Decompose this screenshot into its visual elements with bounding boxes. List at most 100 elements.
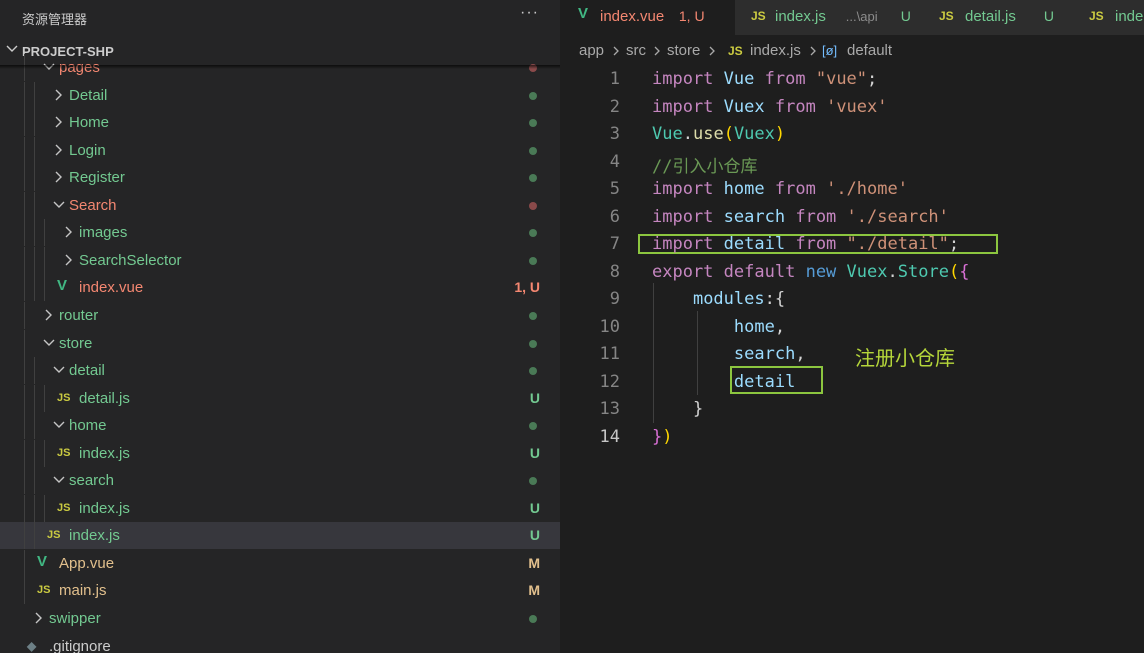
code-token: 'vuex' — [826, 97, 888, 117]
code-line[interactable]: import detail from "./detail"; — [652, 234, 959, 254]
tree-item-label: detail.js — [79, 390, 130, 407]
chevron-right-icon — [35, 612, 42, 624]
tree-item-label: Detail — [69, 87, 108, 104]
git-status-dot — [529, 422, 537, 430]
tree-folder[interactable]: store — [0, 330, 560, 357]
code-line[interactable]: Vue.use(Vuex) — [652, 124, 785, 144]
git-status-dot — [529, 257, 537, 265]
indent-guide — [24, 522, 25, 549]
code-line[interactable]: //引入小仓库 — [652, 152, 757, 177]
indent-guide — [24, 192, 25, 219]
tree-file[interactable]: ◆ .gitignore — [0, 633, 560, 653]
indent-guide — [24, 357, 25, 384]
code-token: Vuex — [733, 124, 775, 144]
code-token: Store — [897, 262, 949, 282]
code-line[interactable]: search, — [652, 344, 806, 364]
tree-folder[interactable]: SearchSelector — [0, 247, 560, 274]
indent-guide — [24, 412, 25, 439]
code-token: import — [652, 97, 714, 117]
line-number: 1 — [609, 69, 620, 89]
indent-guide — [24, 330, 25, 357]
editor-tab[interactable]: JS index.js ...\api U — [735, 0, 926, 35]
code-line[interactable]: home, — [652, 317, 785, 337]
tree-folder[interactable]: home — [0, 412, 560, 439]
editor-tab[interactable]: JS inde — [1075, 0, 1144, 35]
indent-guide — [24, 577, 25, 604]
code-token: //引入小仓库 — [652, 157, 758, 177]
code-line[interactable]: detail — [652, 372, 795, 392]
tree-file[interactable]: Vindex.vue 1, U — [0, 274, 560, 301]
tab-filename: detail.js — [965, 8, 1016, 25]
code-line[interactable]: }) — [652, 427, 673, 447]
code-token: from — [795, 207, 837, 227]
symbol-variable-icon: [ø] — [822, 43, 838, 58]
breadcrumb-app[interactable]: app — [579, 42, 604, 59]
tree-folder[interactable]: detail — [0, 357, 560, 384]
git-status-dot — [529, 367, 537, 375]
code-line[interactable]: import Vuex from 'vuex' — [652, 97, 888, 117]
git-status-dot — [529, 477, 537, 485]
code-token: import — [652, 179, 714, 199]
code-editor[interactable]: 注册小仓库 1 import Vue from "vue"; 2 import Vue… — [560, 64, 1144, 653]
code-line[interactable]: modules:{ — [652, 289, 785, 309]
tree-folder[interactable]: Login — [0, 137, 560, 164]
code-token: new — [805, 262, 837, 282]
tree-folder[interactable]: images — [0, 219, 560, 246]
code-token: import — [652, 207, 714, 227]
tree-file[interactable]: JS index.js U — [0, 440, 560, 467]
tree-item-label: router — [59, 307, 99, 324]
tree-file[interactable]: JS main.js M — [0, 577, 560, 604]
code-line[interactable]: import search from './search' — [652, 207, 949, 227]
code-token: Vue — [723, 69, 755, 89]
code-line[interactable]: export default new Vuex.Store({ — [652, 262, 969, 282]
chevron-right-icon — [55, 171, 62, 183]
tree-folder[interactable]: swipper — [0, 605, 560, 632]
tree-folder[interactable]: Home — [0, 109, 560, 136]
chevron-right-icon — [45, 309, 52, 321]
code-line[interactable]: import home from './home' — [652, 179, 908, 199]
line-number: 13 — [599, 399, 620, 419]
tree-file[interactable]: JS detail.js U — [0, 385, 560, 412]
tree-folder[interactable]: Search — [0, 192, 560, 219]
breadcrumb-symbol[interactable]: default — [847, 42, 892, 59]
tree-folder[interactable]: Detail — [0, 82, 560, 109]
line-number: 7 — [609, 234, 620, 254]
code-line[interactable]: import Vue from "vue"; — [652, 69, 877, 89]
code-token: ; — [867, 69, 878, 89]
more-actions-icon[interactable]: ··· — [520, 4, 539, 22]
breadcrumb-store[interactable]: store — [667, 42, 700, 59]
code-line[interactable]: } — [652, 399, 703, 419]
tree-file[interactable]: JS index.js U — [0, 522, 560, 549]
tree-item-label: App.vue — [59, 555, 115, 572]
git-status-badge: M — [528, 555, 540, 571]
breadcrumb-file[interactable]: index.js — [750, 42, 801, 59]
tree-folder[interactable]: Register — [0, 164, 560, 191]
editor-tab[interactable]: Vindex.vue 1, U — [560, 0, 736, 35]
editor-tab[interactable]: JS detail.js U — [925, 0, 1076, 35]
indent-guide — [34, 412, 35, 439]
breadcrumb-src[interactable]: src — [626, 42, 646, 59]
code-token: ( — [723, 124, 734, 144]
tree-folder[interactable]: router — [0, 302, 560, 329]
tree-item-label: .gitignore — [49, 638, 111, 653]
chevron-right-icon — [613, 46, 619, 56]
tree-file[interactable]: JS index.js U — [0, 495, 560, 522]
code-token: ; — [948, 234, 960, 254]
indent-guide — [34, 522, 35, 549]
git-status-badge: 1, U — [514, 279, 540, 295]
line-number: 3 — [609, 124, 620, 144]
tree-folder[interactable]: search — [0, 467, 560, 494]
chevron-right-icon — [55, 116, 62, 128]
tree-file[interactable]: V App.vue M — [0, 550, 560, 577]
js-file-icon: JS — [751, 9, 766, 23]
tab-git-status: U — [1043, 8, 1055, 24]
